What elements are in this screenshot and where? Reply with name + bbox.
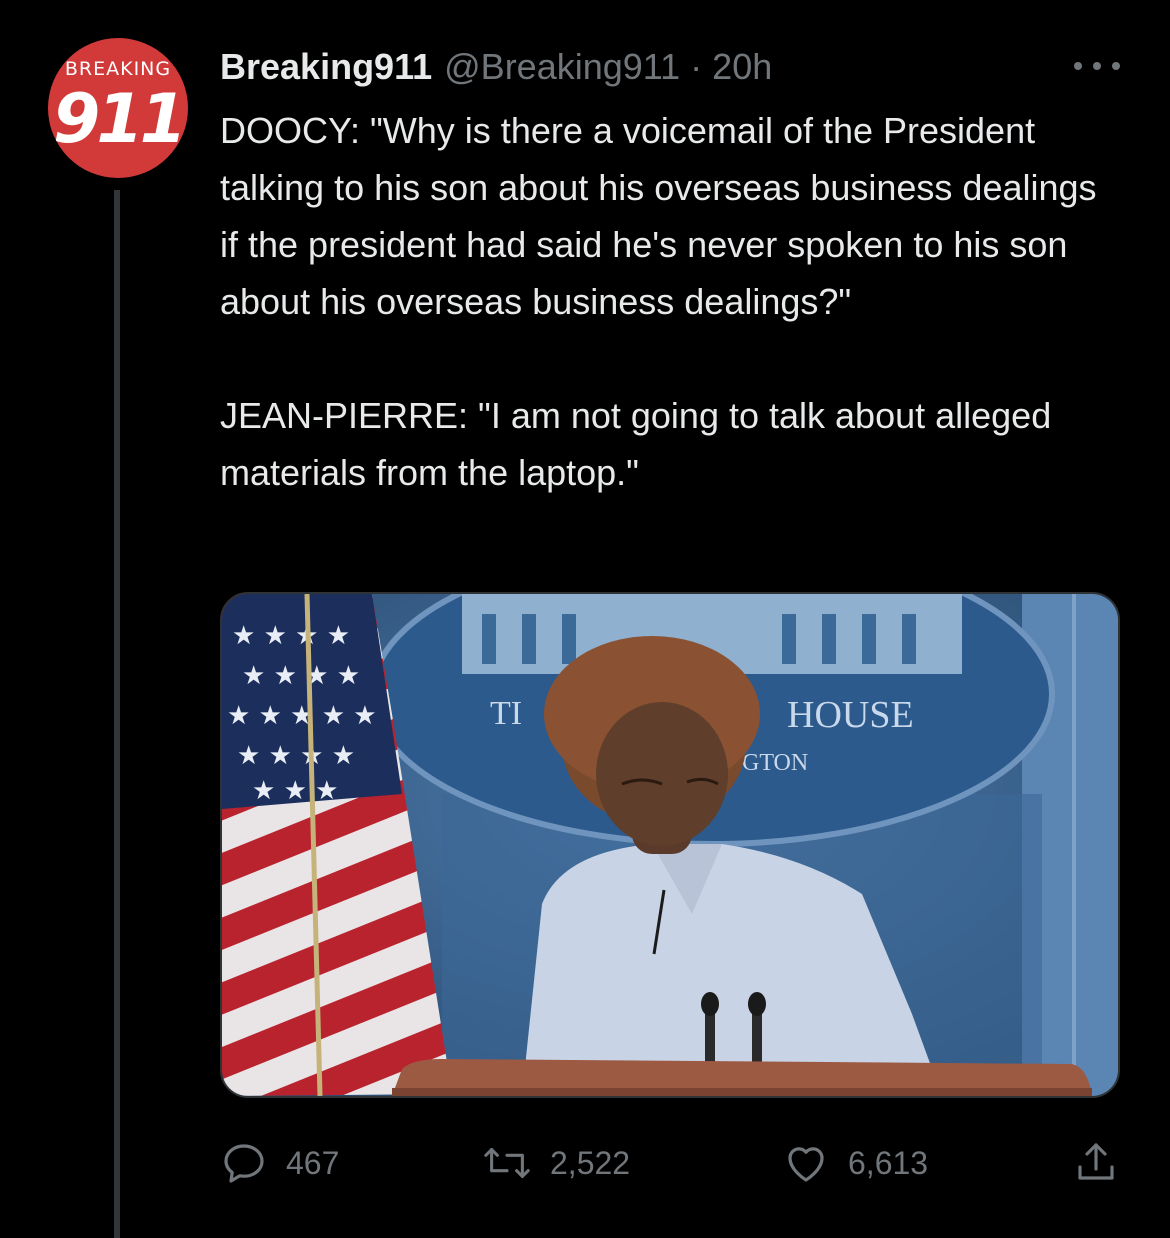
retweet-count: 2,522: [550, 1144, 631, 1181]
thread-line: [114, 190, 120, 1238]
action-bar: 467 2,522 6,613: [220, 1136, 1120, 1190]
retweet-button[interactable]: 2,522: [482, 1136, 630, 1190]
timestamp[interactable]: 20h: [712, 46, 772, 88]
tweet-text: DOOCY: "Why is there a voicemail of the …: [220, 102, 1120, 501]
tweet-paragraph-1: DOOCY: "Why is there a voicemail of the …: [220, 110, 1097, 322]
tweet[interactable]: BREAKING 911 Breaking911 @Breaking911 · …: [0, 0, 1170, 1238]
retweet-icon: [484, 1148, 530, 1178]
separator-dot: ·: [690, 46, 703, 87]
svg-text:★ ★ ★ ★: ★ ★ ★ ★: [237, 741, 355, 771]
svg-text:★ ★ ★ ★ ★: ★ ★ ★ ★ ★: [227, 701, 377, 731]
share-icon: [1078, 1143, 1114, 1180]
avatar[interactable]: BREAKING 911: [48, 38, 188, 178]
seal-text-left: TI: [490, 695, 522, 732]
seal-text-bottom: GTON: [742, 750, 808, 776]
avatar-top-text: BREAKING: [64, 58, 172, 80]
more-dot: [1112, 62, 1120, 70]
seal-text-right: HOUSE: [787, 694, 914, 736]
avatar-main-text: 911: [53, 80, 187, 159]
display-name[interactable]: Breaking911: [220, 46, 432, 88]
svg-text:★ ★ ★ ★: ★ ★ ★ ★: [242, 661, 360, 691]
press-briefing-image: TI HOUSE GTON ★ ★ ★ ★ ★ ★ ★ ★ ★ ★ ★ ★ ★ …: [222, 594, 1118, 1096]
svg-text:★ ★ ★: ★ ★ ★: [252, 776, 338, 806]
media-image[interactable]: TI HOUSE GTON ★ ★ ★ ★ ★ ★ ★ ★ ★ ★ ★ ★ ★ …: [220, 592, 1120, 1098]
handle[interactable]: @Breaking911: [444, 46, 680, 88]
tweet-paragraph-2: JEAN-PIERRE: "I am not going to talk abo…: [220, 395, 1052, 493]
like-button[interactable]: 6,613: [782, 1136, 928, 1190]
like-count: 6,613: [848, 1144, 929, 1181]
reply-icon: [224, 1144, 264, 1183]
more-dot: [1093, 62, 1101, 70]
more-dot: [1074, 62, 1082, 70]
more-horizontal-icon[interactable]: [1074, 56, 1120, 76]
share-button[interactable]: [1072, 1136, 1138, 1190]
reply-count: 467: [286, 1144, 340, 1181]
reply-button[interactable]: 467: [220, 1136, 339, 1190]
svg-text:★ ★ ★ ★: ★ ★ ★ ★: [232, 621, 350, 651]
tweet-header: Breaking911 @Breaking911 · 20h: [220, 44, 772, 90]
heart-icon: [788, 1147, 824, 1182]
